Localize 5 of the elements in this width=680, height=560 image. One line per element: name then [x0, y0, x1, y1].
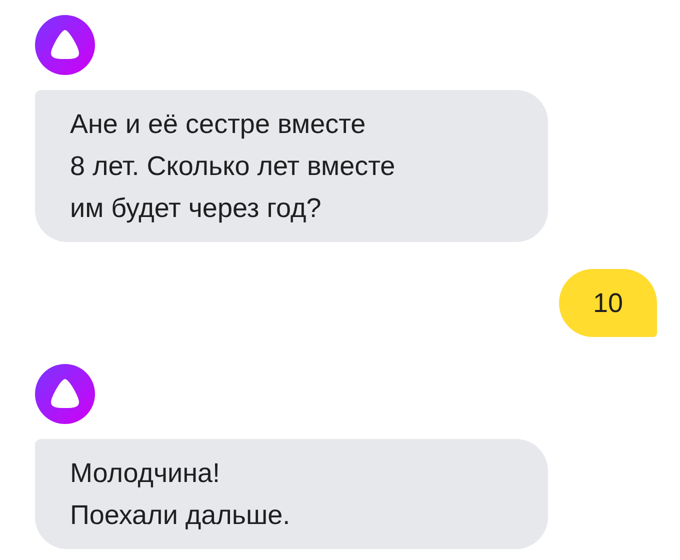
assistant-message: Молодчина! Поехали дальше. [35, 439, 548, 549]
assistant-message: Ане и её сестре вместе 8 лет. Сколько лет вместе им будет через год? [35, 90, 548, 242]
user-message: 10 [558, 269, 657, 337]
assistant-avatar-icon [35, 364, 95, 424]
assistant-avatar-icon [35, 15, 95, 75]
